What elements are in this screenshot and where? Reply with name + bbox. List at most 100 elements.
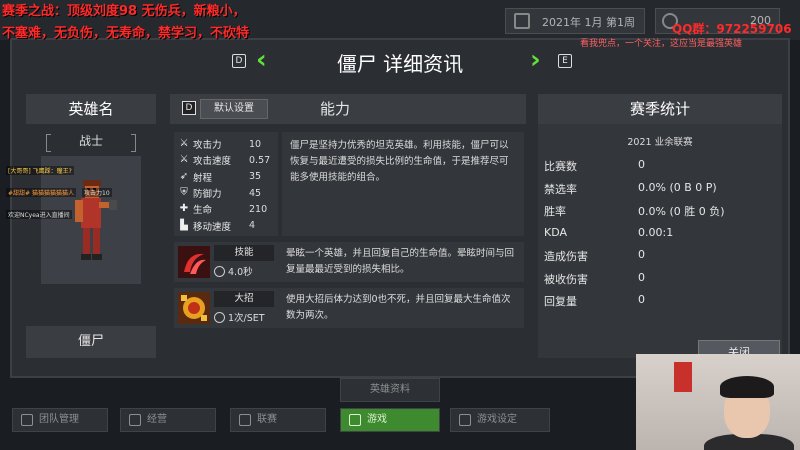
season-value: 0.00:1: [638, 225, 674, 239]
season-row: 胜率 0.0% (0 胜 0 负): [538, 199, 782, 222]
cooldown-icon: [214, 312, 225, 323]
stat-row: ➶ 射程 35: [178, 169, 278, 185]
season-row: 回复量 0: [538, 289, 782, 312]
hero-name: 僵尸: [26, 326, 156, 358]
stat-value: 4: [249, 220, 256, 232]
stream-overlay-line2: 不塞难，无负伤，无寿命，禁学习，不砍特: [2, 26, 250, 41]
hero-detail-panel: D ‹ 僵尸 详细资讯 › E 英雄名 战士 僵尸 D 默认设置 能力 ⚔ 攻击…: [10, 38, 790, 378]
chevron-right-icon[interactable]: ›: [530, 46, 541, 74]
stat-label: 防御力: [193, 189, 222, 201]
date-text: 2021年 1月 第1周: [542, 16, 635, 29]
ability-header: D 默认设置 能力: [170, 94, 526, 124]
stat-value: 210: [249, 203, 268, 215]
season-row: 比赛数 0: [538, 154, 782, 177]
ultimate-name: 大招: [214, 291, 274, 307]
cooldown-icon: [214, 266, 225, 277]
league-button[interactable]: 联赛: [230, 408, 326, 432]
season-label: 胜率: [544, 205, 566, 218]
season-label: 禁选率: [544, 182, 577, 196]
hero-info-button[interactable]: 英雄资料: [340, 378, 440, 402]
stat-value: 45: [249, 187, 262, 199]
skill-description: 晕眩一个英雄，并且回复自己的生命值。晕眩时间与回复量最最近受到的损失相比。: [286, 248, 515, 275]
stat-value: 35: [249, 171, 262, 183]
season-value: 0: [638, 158, 645, 171]
gamepad-icon: [349, 414, 361, 426]
ability-section: D 默认设置 能力 ⚔ 攻击力 10 ⚔ 攻击速度 0.57 ➶ 射程 35 ⛨ 防御力 45 …: [170, 94, 526, 358]
stat-label: 移动速度: [193, 221, 232, 233]
chat-message: #甜甜# 猫猫猫猫猫猫人: [6, 188, 76, 197]
stat-row: ⚔ 攻击速度 0.57: [178, 152, 278, 168]
button-label: 团队管理: [39, 414, 79, 425]
stream-qq-group: QQ群：972259706: [672, 22, 792, 36]
hero-card: 英雄名 战士 僵尸: [26, 94, 156, 358]
game-settings-button[interactable]: 游戏设定: [450, 408, 550, 432]
season-label: 比赛数: [544, 160, 577, 173]
range-icon: ➶: [179, 170, 189, 182]
boot-icon: ▙: [180, 219, 188, 231]
game-button[interactable]: 游戏: [340, 408, 440, 432]
hero-section-title: 英雄名: [26, 94, 156, 124]
team-icon: [21, 414, 33, 426]
stat-label: 攻击力: [193, 140, 222, 152]
zombie-sprite: [75, 180, 117, 260]
hero-portrait: [41, 156, 141, 284]
stream-overlay-line1: 赛季之战：顶级刘度98 无伤兵，新粮小，: [2, 4, 246, 19]
season-title: 赛季统计: [538, 94, 782, 124]
stat-label: 射程: [193, 172, 213, 184]
settings-icon: [459, 414, 471, 426]
skill-cooldown: 4.0秒: [214, 264, 253, 278]
stat-label: 生命: [193, 205, 213, 217]
ultimate-row: 大招 1次/SET 使用大招后体力达到0也不死，并且回复最大生命值次数为两次。: [174, 288, 524, 328]
ability-title: 能力: [320, 100, 351, 118]
button-label: 游戏设定: [477, 414, 517, 425]
season-label: KDA: [544, 225, 568, 239]
button-label: 联赛: [257, 414, 277, 425]
stream-subtext: 看我兜点，一个关注，这应当是最强英雄: [580, 39, 743, 49]
season-label: 被收伤害: [544, 272, 588, 286]
chat-message: 攻击力10: [82, 188, 112, 197]
season-value: 0: [638, 293, 645, 306]
shield-icon: ⛨: [180, 187, 188, 199]
webcam-person-hair: [720, 376, 774, 398]
attack-speed-icon: ⚔: [179, 154, 189, 166]
ultimate-description: 使用大招后体力达到0也不死，并且回复最大生命值次数为两次。: [286, 294, 511, 321]
button-label: 游戏: [367, 414, 387, 425]
stats-list: ⚔ 攻击力 10 ⚔ 攻击速度 0.57 ➶ 射程 35 ⛨ 防御力 45 ✚ 生命 210 ▙ 移动…: [174, 132, 278, 236]
chat-message: 欢迎NCyea进入直播间: [6, 210, 72, 219]
skill-icon: [178, 246, 210, 278]
stat-row: ⛨ 防御力 45: [178, 185, 278, 201]
skill-cooldown-value: 4.0秒: [228, 267, 253, 278]
business-button[interactable]: 经营: [120, 408, 216, 432]
ultimate-cooldown-value: 1次/SET: [228, 313, 265, 324]
stat-label: 攻击速度: [193, 156, 232, 168]
date-display: 2021年 1月 第1周: [505, 8, 645, 34]
chat-message: [大哥哥] 飞鹰踩：瞳王?: [6, 166, 74, 175]
ultimate-icon: [178, 292, 210, 324]
hero-class: 战士: [26, 132, 156, 152]
league-icon: [239, 414, 251, 426]
season-value: 0.0% (0 胜 0 负): [638, 205, 725, 218]
season-row: 被收伤害 0: [538, 267, 782, 290]
season-value: 0.0% (0 B 0 P): [638, 180, 717, 194]
stat-value: 10: [249, 138, 262, 150]
default-hotkey: D: [182, 101, 196, 115]
skill-row: 技能 4.0秒 晕眩一个英雄，并且回复自己的生命值。晕眩时间与回复量最最近受到的…: [174, 242, 524, 282]
season-subtitle: 2021 业余联赛: [627, 137, 693, 148]
health-icon: ✚: [179, 203, 189, 215]
season-stats: 赛季统计 2021 业余联赛 比赛数 0 禁选率 0.0% (0 B 0 P) 胜率…: [538, 94, 782, 358]
stat-row: ▙ 移动速度 4: [178, 217, 278, 233]
season-table: 比赛数 0 禁选率 0.0% (0 B 0 P) 胜率 0.0% (0 胜 0 负) …: [538, 154, 782, 312]
sword-icon: ⚔: [179, 138, 189, 150]
season-label: 造成伤害: [544, 250, 588, 263]
webcam-poster: [674, 362, 692, 392]
season-row: 禁选率 0.0% (0 B 0 P): [538, 177, 782, 200]
default-settings-button[interactable]: 默认设置: [200, 99, 268, 119]
hero-description: 僵尸是坚持力优秀的坦克英雄。利用技能，僵尸可以恢复与最近遭受的损失比例的生命值，…: [282, 132, 524, 236]
button-label: 经营: [147, 414, 167, 425]
season-row: 造成伤害 0: [538, 244, 782, 267]
team-management-button[interactable]: 团队管理: [12, 408, 108, 432]
calendar-icon: [514, 13, 530, 29]
next-hotkey: E: [558, 54, 572, 68]
skill-name: 技能: [214, 245, 274, 261]
webcam-feed: [636, 354, 800, 450]
